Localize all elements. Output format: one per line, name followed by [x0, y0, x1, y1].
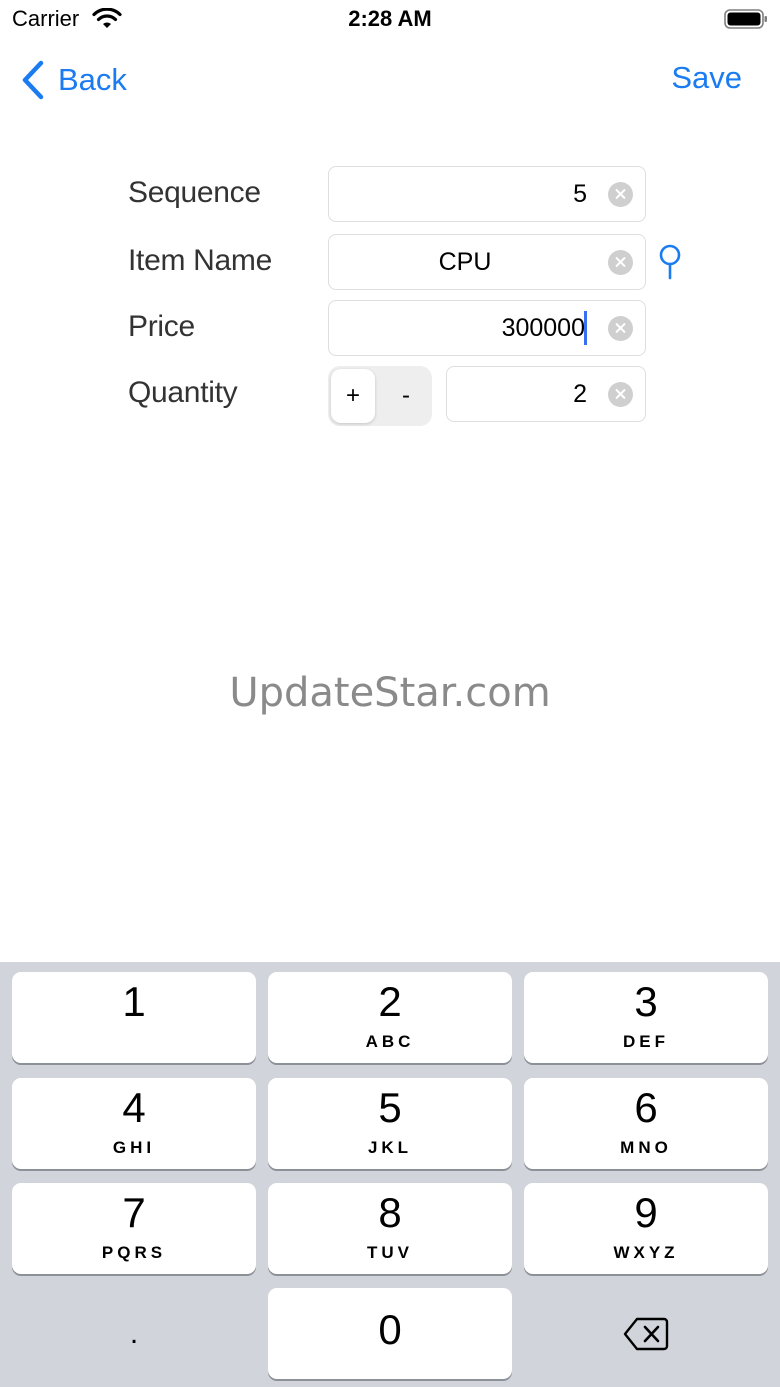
item-name-field[interactable]: CPU	[328, 234, 646, 290]
key-digit: 1	[122, 978, 146, 1025]
search-pin-icon[interactable]	[656, 244, 684, 280]
key-letters: GHI	[112, 1138, 156, 1157]
price-label: Price	[128, 310, 195, 343]
delete-key[interactable]	[524, 1288, 768, 1379]
sequence-value: 5	[573, 179, 587, 208]
item-name-value: CPU	[438, 247, 492, 276]
backspace-icon	[623, 1317, 669, 1350]
back-label: Back	[58, 62, 127, 97]
key-3[interactable]: 3 DEF	[524, 972, 768, 1063]
price-field[interactable]: 300000	[328, 300, 646, 356]
key-letters: JKL	[367, 1138, 413, 1157]
chevron-left-icon	[22, 60, 44, 100]
key-letters: ABC	[365, 1032, 415, 1051]
key-1[interactable]: 1	[12, 972, 256, 1063]
decrement-button[interactable]: -	[384, 369, 428, 423]
key-digit: 4	[122, 1084, 146, 1131]
key-decimal[interactable]: .	[12, 1288, 256, 1379]
price-value-wrap: 300000	[502, 301, 587, 355]
clear-item-name-icon[interactable]	[608, 249, 633, 275]
key-letters: WXYZ	[613, 1243, 679, 1262]
battery-icon	[724, 9, 767, 29]
quantity-label: Quantity	[128, 376, 238, 409]
key-digit: 6	[634, 1084, 658, 1131]
key-digit: 0	[378, 1306, 402, 1353]
sequence-field[interactable]: 5	[328, 166, 646, 222]
key-4[interactable]: 4 GHI	[12, 1078, 256, 1169]
quantity-stepper: + -	[328, 366, 432, 426]
watermark-text: UpdateStar.com	[229, 670, 551, 716]
key-0[interactable]: 0	[268, 1288, 512, 1379]
clear-sequence-icon[interactable]	[608, 181, 633, 207]
key-2[interactable]: 2 ABC	[268, 972, 512, 1063]
save-button[interactable]: Save	[671, 60, 742, 96]
key-digit: 8	[378, 1189, 402, 1236]
key-8[interactable]: 8 TUV	[268, 1183, 512, 1274]
text-cursor	[584, 311, 587, 345]
clear-quantity-icon[interactable]	[608, 381, 633, 407]
sequence-label: Sequence	[128, 176, 261, 209]
key-letters: DEF	[623, 1032, 669, 1051]
price-value: 300000	[501, 313, 585, 342]
quantity-field[interactable]: 2	[446, 366, 646, 422]
item-name-label: Item Name	[128, 244, 273, 277]
key-digit: 2	[378, 978, 402, 1025]
clear-price-icon[interactable]	[608, 315, 633, 341]
key-letters: PQRS	[101, 1243, 167, 1262]
increment-button[interactable]: +	[331, 369, 375, 423]
key-digit: 5	[378, 1084, 402, 1131]
status-bar: Carrier 2:28 AM	[0, 0, 780, 44]
quantity-value: 2	[573, 379, 587, 408]
back-button[interactable]: Back	[20, 58, 127, 102]
clock: 2:28 AM	[348, 6, 432, 31]
key-digit: 9	[634, 1189, 658, 1236]
key-9[interactable]: 9 WXYZ	[524, 1183, 768, 1274]
key-5[interactable]: 5 JKL	[268, 1078, 512, 1169]
key-digit: 3	[634, 978, 658, 1025]
key-7[interactable]: 7 PQRS	[12, 1183, 256, 1274]
key-letters: TUV	[367, 1243, 413, 1262]
key-digit: 7	[122, 1189, 146, 1236]
key-letters: MNO	[620, 1138, 672, 1157]
key-6[interactable]: 6 MNO	[524, 1078, 768, 1169]
